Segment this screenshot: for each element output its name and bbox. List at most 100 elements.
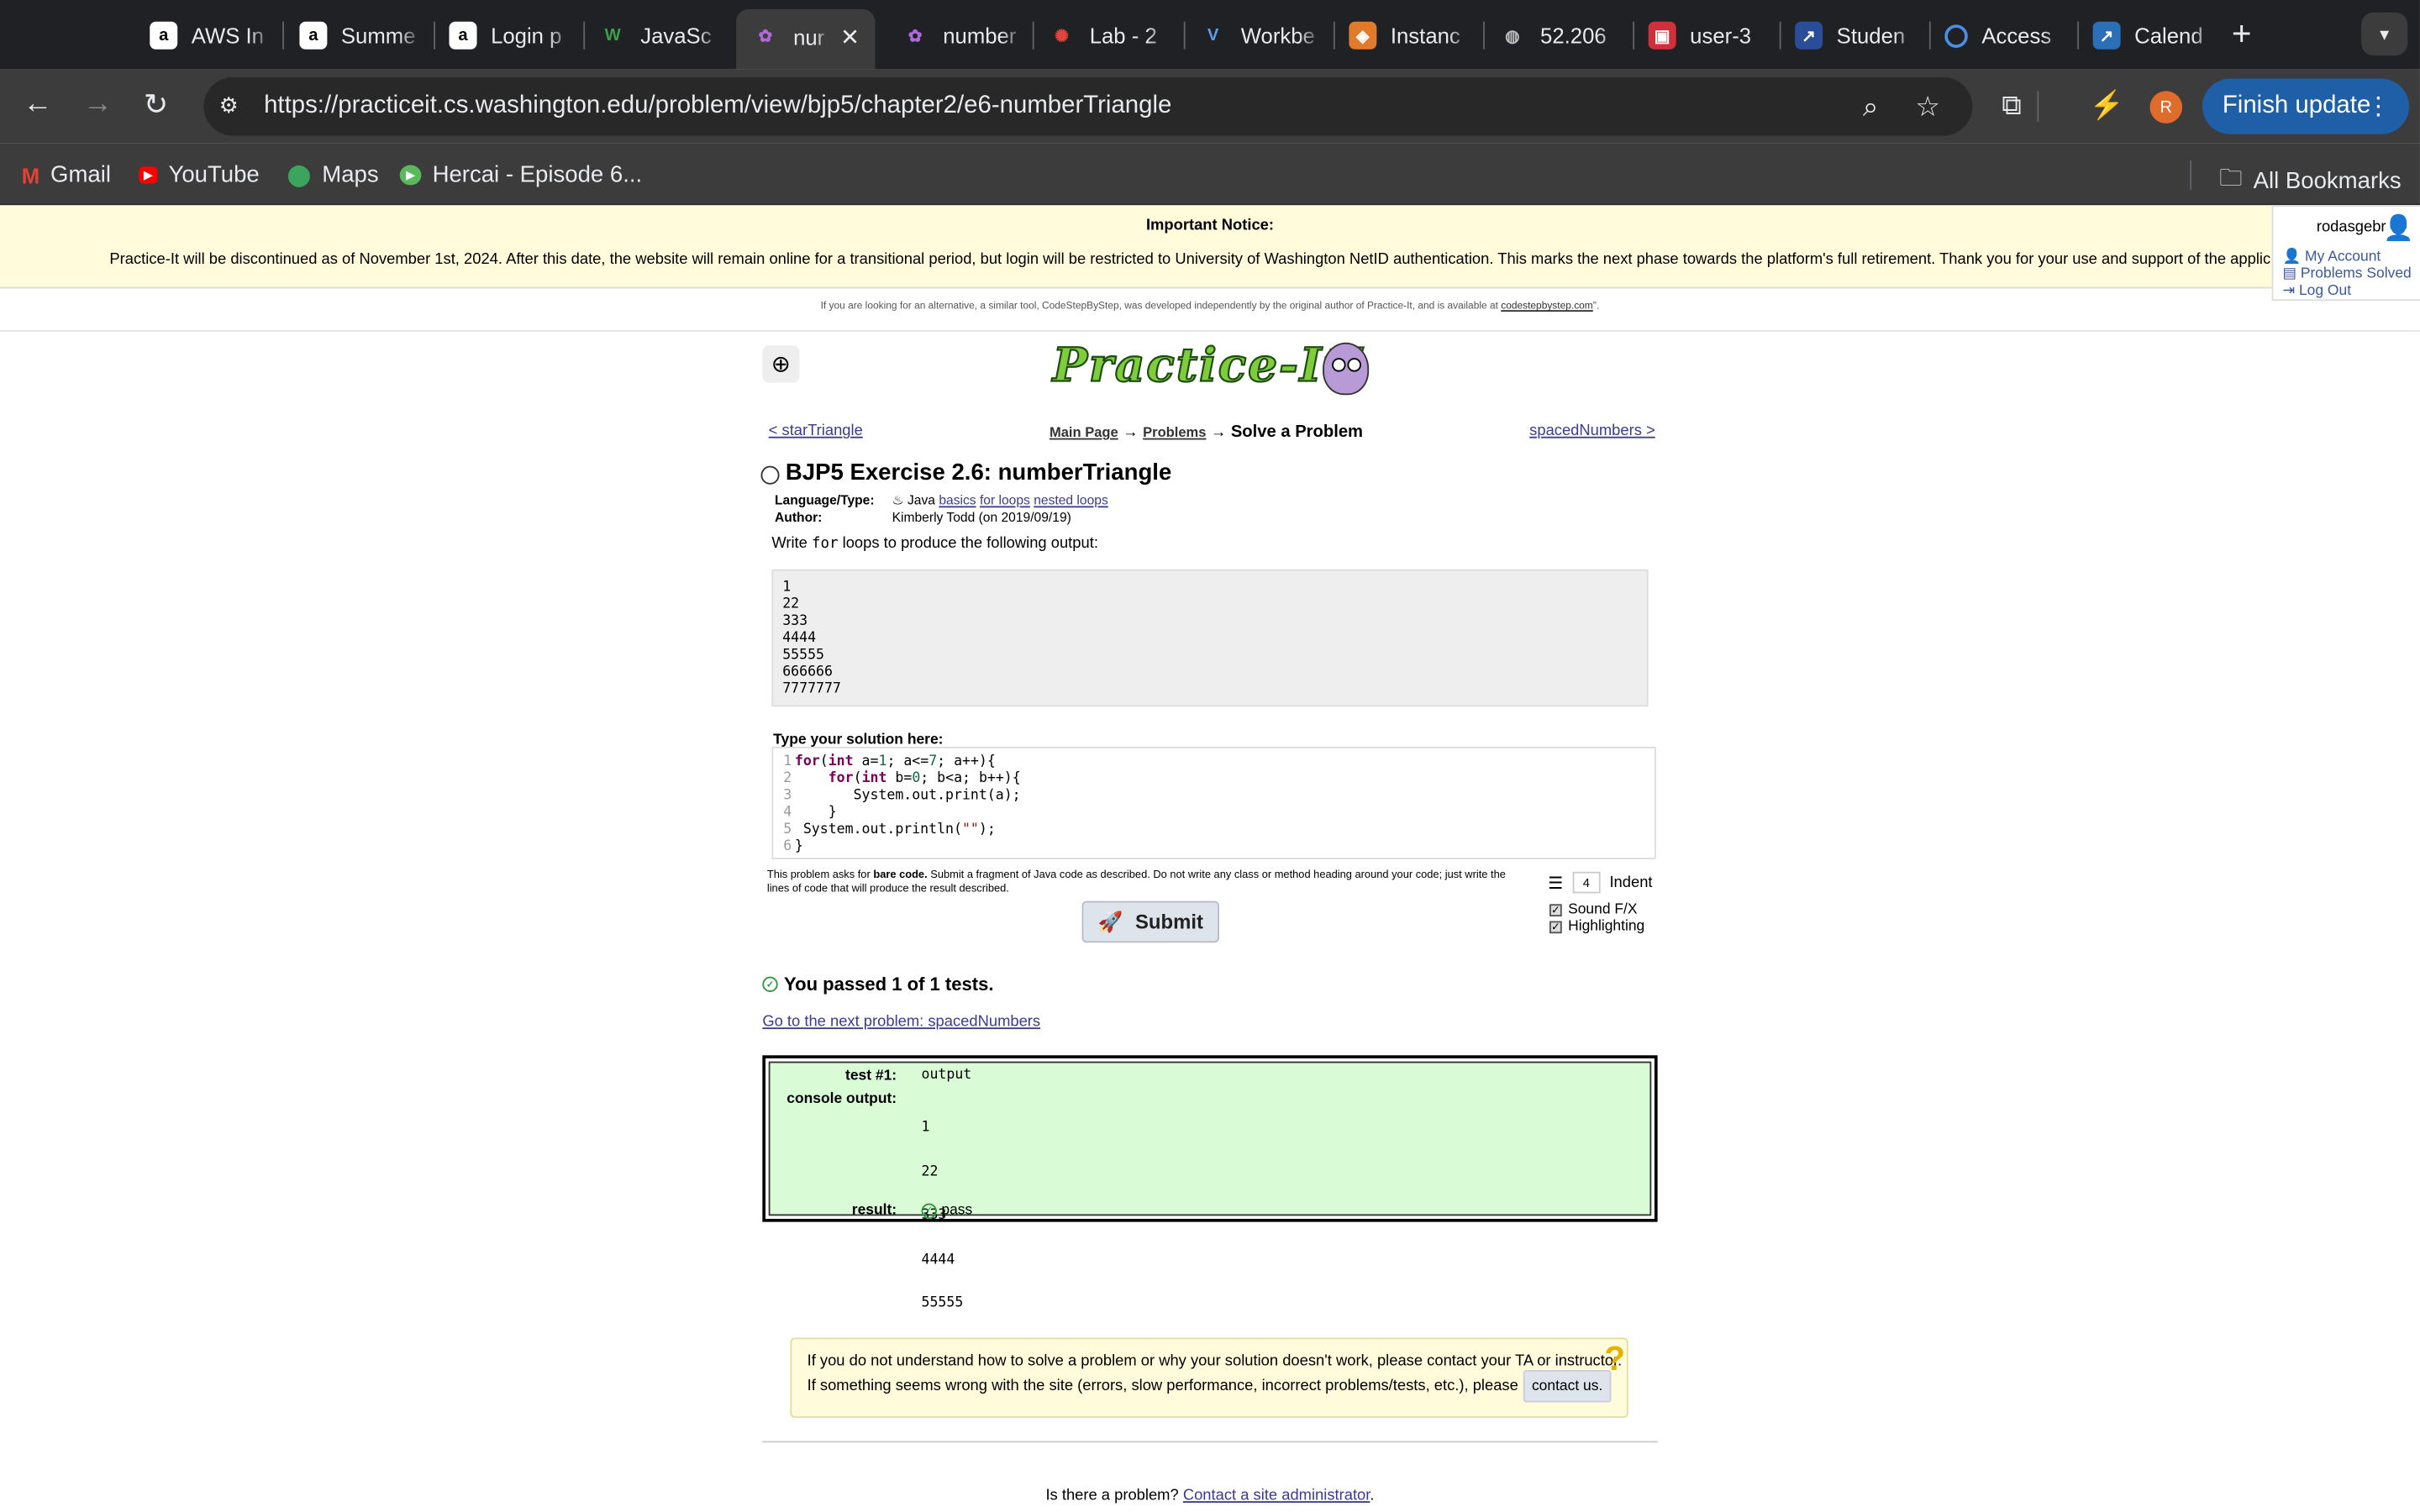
my-account-link[interactable]: 👤 My Account <box>2282 249 2381 265</box>
zoom-icon[interactable]: ⌕ <box>1863 91 1879 123</box>
bookmark-star-icon[interactable]: ☆ <box>1915 91 1940 123</box>
amazon-icon: a <box>150 21 178 50</box>
tab-search-button[interactable]: ▾ <box>2361 12 2408 56</box>
contact-us-button[interactable]: contact us. <box>1522 1369 1612 1403</box>
status-circle-icon <box>760 465 780 484</box>
tab-separator <box>1928 21 1931 50</box>
result-pass: ✓ pass <box>921 1202 972 1219</box>
tab[interactable]: ▣ user-3 <box>1648 13 1772 59</box>
indent-input[interactable]: 4 <box>1572 871 1601 894</box>
user-icon: 👤 <box>2383 216 2414 243</box>
log-out-link[interactable]: ⇥ Log Out <box>2282 282 2351 299</box>
reload-button[interactable]: ↻ <box>144 88 168 123</box>
play-icon: ▶ <box>399 165 422 186</box>
crumb-main-page[interactable]: Main Page <box>1050 424 1118 439</box>
toolbar-separator <box>2037 91 2039 123</box>
tab[interactable]: ◈ Instanc <box>1349 13 1472 59</box>
new-tab-button[interactable]: + <box>2232 14 2252 55</box>
amazon-icon: a <box>449 21 477 50</box>
tab[interactable]: a Summe <box>299 13 423 59</box>
tab-separator <box>1183 21 1186 50</box>
breadcrumb: Main Page → Problems → Solve a Problem <box>1049 423 1364 442</box>
gmail-icon: M <box>21 162 40 188</box>
bookmark-maps[interactable]: ⬤ Maps <box>287 162 379 188</box>
practiceit-icon: ✿ <box>758 28 773 47</box>
bookmark-youtube[interactable]: ▶ YouTube <box>139 162 260 188</box>
tab[interactable]: a AWS In <box>150 13 273 59</box>
tag-nested-loops[interactable]: nested loops <box>1034 492 1108 507</box>
next-problem-button[interactable]: Go to the next problem: spacedNumbers <box>762 1014 1040 1031</box>
rocket-icon: 🚀 <box>1097 909 1123 933</box>
alternative-notice: If you are looking for an alternative, a… <box>820 301 1600 312</box>
extensions-icon[interactable]: ⧉ <box>2002 90 2022 123</box>
url-text[interactable]: https://practiceit.cs.washington.edu/pro… <box>264 92 1171 120</box>
java-icon: ♨ <box>892 491 904 508</box>
crumb-problems[interactable]: Problems <box>1143 424 1206 439</box>
site-info-icon[interactable]: ⚙ <box>219 92 247 120</box>
next-problem-link[interactable]: spacedNumbers > <box>1529 423 1655 439</box>
user-icon: ▣ <box>1648 21 1676 50</box>
submit-button[interactable]: 🚀 Submit <box>1081 900 1219 943</box>
toolbar: ← → ↻ ⚙ https://practiceit.cs.washington… <box>0 69 2420 144</box>
tab-separator <box>583 21 586 50</box>
practice-it-logo[interactable]: Practice-It! <box>1052 339 1368 394</box>
bookmark-gmail[interactable]: M Gmail <box>22 162 111 188</box>
codestepbystep-link[interactable]: codestepbystep.com <box>1501 301 1593 312</box>
tab-separator <box>1633 21 1635 50</box>
tab[interactable]: Access <box>1944 13 2068 59</box>
bookmarks-separator <box>2190 160 2192 190</box>
tab-separator <box>1032 21 1034 50</box>
canvas-icon: ✺ <box>1055 27 1070 46</box>
vocareum-icon: V <box>1207 26 1219 45</box>
test-summary: ✓ You passed 1 of 1 tests. <box>762 974 994 995</box>
globe-icon: ◍ <box>1505 27 1520 46</box>
tab-separator <box>434 21 435 50</box>
username: rodasgebr <box>2316 218 2386 237</box>
zoom-in-icon[interactable]: ⊕ <box>762 345 800 383</box>
student-icon: ↗ <box>1795 21 1823 50</box>
tab[interactable]: ↗ Studen <box>1795 13 1918 59</box>
tab-active[interactable]: ✿ nur ✕ <box>736 9 876 70</box>
tab[interactable]: W JavaSc <box>599 13 723 59</box>
prev-problem-link[interactable]: < starTriangle <box>769 423 863 439</box>
more-icon: ⋮ <box>2365 94 2391 121</box>
page-title: BJP5 Exercise 2.6: numberTriangle <box>760 459 1171 486</box>
forward-button[interactable]: → <box>83 88 113 122</box>
performance-icon[interactable]: ⚡ <box>2090 90 2124 123</box>
check-icon: ✓ <box>921 1202 937 1219</box>
tag-for-loops[interactable]: for loops <box>980 492 1030 507</box>
tab[interactable]: ◍ 52.206 <box>1498 13 1622 59</box>
notice-title: Important Notice: <box>1145 217 1274 235</box>
user-menu: rodasgebr 👤 👤 My Account ▤ Problems Solv… <box>2271 205 2420 302</box>
maps-icon: ⬤ <box>287 161 312 187</box>
tab-separator <box>282 21 284 50</box>
all-bookmarks[interactable]: 🗀 All Bookmarks <box>2219 162 2402 201</box>
test-results-table: test #1: output console output: 1 22 333… <box>762 1055 1658 1399</box>
tag-basics[interactable]: basics <box>939 492 976 507</box>
back-button[interactable]: ← <box>24 88 53 122</box>
avatar[interactable]: R <box>2149 91 2183 123</box>
tab[interactable]: a Login p <box>449 13 572 59</box>
footer: Is there a problem? Contact a site admin… <box>1045 1487 1375 1504</box>
loading-icon <box>1944 24 1968 48</box>
sound-fx-checkbox[interactable]: ✓ Sound F/X <box>1549 901 1638 918</box>
indent-icon[interactable]: ☰ <box>1548 873 1563 892</box>
code-editor[interactable]: 1 2 3 4 5 6 for(int a=1; a<=7; a++){ for… <box>771 746 1656 860</box>
tab[interactable]: ✺ Lab - 2 <box>1048 13 1171 59</box>
close-icon[interactable]: ✕ <box>840 23 860 50</box>
solution-label: Type your solution here: <box>773 731 944 748</box>
address-bar[interactable]: ⚙ https://practiceit.cs.washington.edu/p… <box>203 76 1973 136</box>
contact-admin-link[interactable]: Contact a site administrator <box>1183 1488 1370 1504</box>
finish-update-button[interactable]: Finish update ⋮ <box>2202 78 2410 134</box>
bookmark-hercai[interactable]: ▶ Hercai - Episode 6... <box>399 162 642 188</box>
tab-separator <box>1483 21 1485 50</box>
problems-solved-link[interactable]: ▤ Problems Solved <box>2282 265 2411 282</box>
expected-output: 1 22 333 4444 55555 666666 7777777 <box>771 569 1649 707</box>
bookmarks-bar: M Gmail ▶ YouTube ⬤ Maps ▶ Hercai - Episode … <box>0 143 2420 206</box>
tab[interactable]: ↗ Calend <box>2092 13 2217 59</box>
highlighting-checkbox[interactable]: ✓ Highlighting <box>1549 918 1644 935</box>
tab[interactable]: ✿ number <box>902 13 1025 59</box>
instructions: Write for loops to produce the following… <box>771 535 1098 553</box>
tab[interactable]: V Workbe <box>1199 13 1323 59</box>
author-row: Author: Kimberly Todd (on 2019/09/19) <box>775 509 1071 525</box>
